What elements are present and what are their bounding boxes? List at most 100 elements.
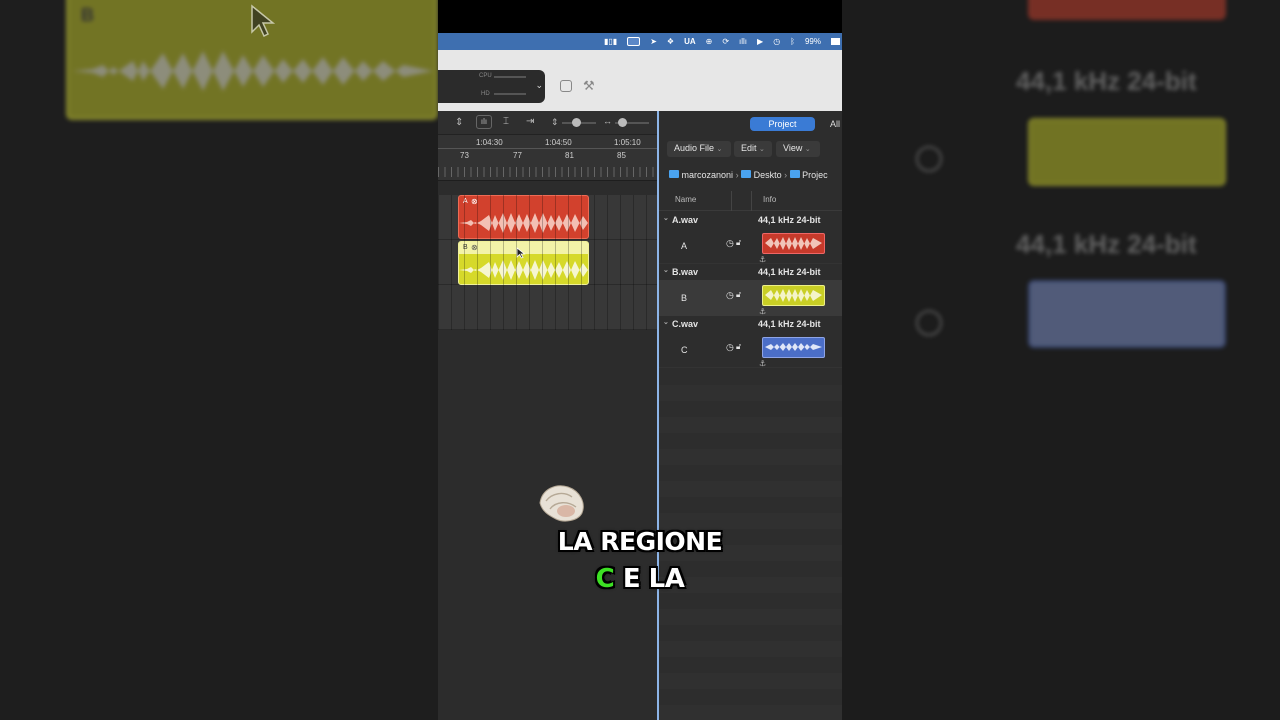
chevron-down-icon[interactable]: ⌄ — [535, 80, 543, 91]
folder-icon — [669, 170, 679, 178]
bluetooth-icon[interactable]: ᛒ — [790, 37, 795, 46]
play-icon[interactable]: ▶ — [757, 37, 763, 46]
audio-region-a[interactable]: A ⊗ — [458, 195, 589, 239]
clip-row-b[interactable]: B ◷ 🔓︎ ⚓︎ — [659, 280, 842, 316]
clip-thumbnail-a[interactable] — [762, 233, 825, 254]
ruler-time: 1:04:50 — [545, 138, 572, 147]
battery-icon — [831, 38, 840, 45]
ruler-time: 1:05:10 — [614, 138, 641, 147]
track-lane-a[interactable]: A ⊗ — [438, 195, 658, 240]
file-row-c[interactable]: ⌄ C.wav 44,1 kHz 24-bit — [659, 316, 842, 332]
audio-icon[interactable]: ıllı — [739, 37, 747, 46]
waveform-zoom-icon[interactable]: ılı — [476, 115, 492, 129]
screen-icon[interactable] — [627, 37, 641, 46]
audio-region-b[interactable]: B ⊗ — [458, 241, 589, 285]
chevron-down-icon: ⌄ — [716, 146, 723, 153]
clip-name: A — [681, 241, 688, 251]
menu-edit-label: Edit — [741, 143, 757, 153]
breadcrumb-item[interactable]: Deskto — [754, 170, 782, 180]
subtitle-rest: E LA — [614, 564, 685, 594]
wrench-icon[interactable]: ⚒ — [583, 78, 595, 94]
vertical-zoom-icon[interactable]: ⌶ — [503, 116, 509, 127]
time-ruler[interactable]: 1:04:30 1:04:50 1:05:10 73 77 81 85 — [438, 135, 658, 181]
video-frame: B 44,1 kHz 24-bit 44,1 kHz 24-bit ▮▯▮ ➤ — [0, 0, 1280, 720]
track-lane-b[interactable]: B ⊗ — [438, 240, 658, 285]
horizontal-zoom-icon[interactable]: ↔ — [603, 116, 612, 126]
lock-icon[interactable]: 🔓︎ — [736, 342, 741, 352]
track-lane-c[interactable] — [438, 285, 658, 330]
catch-icon[interactable]: ⇥ — [526, 116, 534, 127]
file-name: C.wav — [672, 319, 699, 329]
control-bar: CPU HD ⌄ ⚒ — [438, 50, 842, 111]
folder-icon — [789, 170, 800, 178]
thumb-waveform — [765, 237, 822, 250]
breadcrumb-item[interactable]: marcozanoni — [682, 170, 734, 180]
ruler-bar: 85 — [617, 151, 626, 160]
thumb-waveform — [765, 343, 822, 351]
hd-label: HD — [481, 91, 490, 97]
editors-button-icon[interactable] — [560, 80, 572, 92]
clip-thumbnail-c[interactable] — [762, 337, 825, 358]
lock-icon[interactable]: 🔓︎ — [736, 290, 741, 300]
tab-project[interactable]: Project — [750, 117, 815, 131]
file-name: B.wav — [672, 267, 699, 277]
cursor-icon — [516, 247, 526, 259]
file-info: 44,1 kHz 24-bit — [758, 319, 821, 329]
vertical-zoom-knob[interactable] — [572, 118, 581, 127]
subtitle-accent: C — [595, 564, 615, 594]
timemachine-icon[interactable]: ◷ — [773, 37, 780, 46]
disclosure-icon[interactable]: ⌄ — [663, 266, 669, 274]
column-name[interactable]: Name — [675, 195, 696, 204]
waveform-icon[interactable]: ▮▯▮ — [604, 37, 617, 46]
clip-row-c[interactable]: C ◷ 🔓︎ ⚓︎ — [659, 332, 842, 368]
ruler-divider — [438, 148, 658, 149]
menu-audio-file[interactable]: Audio File ⌄ — [667, 141, 731, 157]
file-name: A.wav — [672, 215, 699, 225]
file-row-a[interactable]: ⌄ A.wav 44,1 kHz 24-bit — [659, 212, 842, 228]
ruler-bar: 81 — [565, 151, 574, 160]
menu-bar: ▮▯▮ ➤ ❖ UA ⊕ ⟳ ıllı ▶ ◷ ᛒ 99% — [438, 33, 842, 50]
location-icon[interactable]: ➤ — [650, 37, 657, 46]
column-divider — [751, 191, 752, 211]
ruler-ticks — [438, 167, 658, 177]
clip-thumbnail-b[interactable] — [762, 285, 825, 306]
shell-emoji-icon — [539, 485, 584, 522]
anchor-icon: ⚓︎ — [759, 307, 767, 316]
menu-edit[interactable]: Edit ⌄ — [734, 141, 772, 157]
breadcrumb-sep: › — [735, 170, 739, 180]
hd-meter — [494, 93, 526, 95]
sync-icon[interactable]: ⟳ — [722, 37, 729, 46]
loop-icon: ⊗ — [471, 243, 478, 252]
top-bar-black — [438, 0, 842, 33]
dropbox-icon[interactable]: ❖ — [667, 37, 674, 46]
lock-icon[interactable]: 🔓︎ — [736, 238, 741, 248]
globe-icon[interactable]: ⊕ — [706, 37, 713, 46]
clock-icon[interactable]: ◷ — [726, 290, 734, 301]
file-info: 44,1 kHz 24-bit — [758, 267, 821, 277]
stepper-icon[interactable]: ⇕ — [455, 117, 463, 128]
column-info[interactable]: Info — [763, 195, 776, 204]
tracks-area: ⇕ ılı ⌶ ⇥ ⇕ ↔ 1:04:30 1:04:50 1:05:10 73… — [438, 111, 658, 720]
horizontal-zoom-knob[interactable] — [618, 118, 627, 127]
file-info: 44,1 kHz 24-bit — [758, 215, 821, 225]
clock-icon[interactable]: ◷ — [726, 342, 734, 353]
tracks-toolbar: ⇕ ılı ⌶ ⇥ ⇕ ↔ — [438, 111, 658, 135]
vertical-zoom-slider[interactable]: ⇕ — [551, 117, 559, 128]
tab-all[interactable]: All — [830, 117, 842, 131]
disclosure-icon[interactable]: ⌄ — [663, 214, 669, 222]
disclosure-icon[interactable]: ⌄ — [663, 318, 669, 326]
breadcrumb-sep: › — [784, 170, 788, 180]
thumb-waveform — [765, 289, 822, 302]
clock-icon[interactable]: ◷ — [726, 238, 734, 249]
clip-name: C — [681, 345, 688, 355]
menu-view[interactable]: View ⌄ — [776, 141, 820, 157]
anchor-icon: ⚓︎ — [759, 359, 767, 368]
column-divider — [731, 191, 732, 211]
loop-icon: ⊗ — [471, 197, 478, 206]
backdrop-cursor-icon — [251, 4, 276, 38]
folder-icon — [741, 170, 752, 178]
file-row-b[interactable]: ⌄ B.wav 44,1 kHz 24-bit — [659, 264, 842, 280]
breadcrumb-item[interactable]: Projec — [802, 170, 828, 180]
clip-row-a[interactable]: A ◷ 🔓︎ ⚓︎ — [659, 228, 842, 264]
ua-label[interactable]: UA — [684, 37, 696, 46]
